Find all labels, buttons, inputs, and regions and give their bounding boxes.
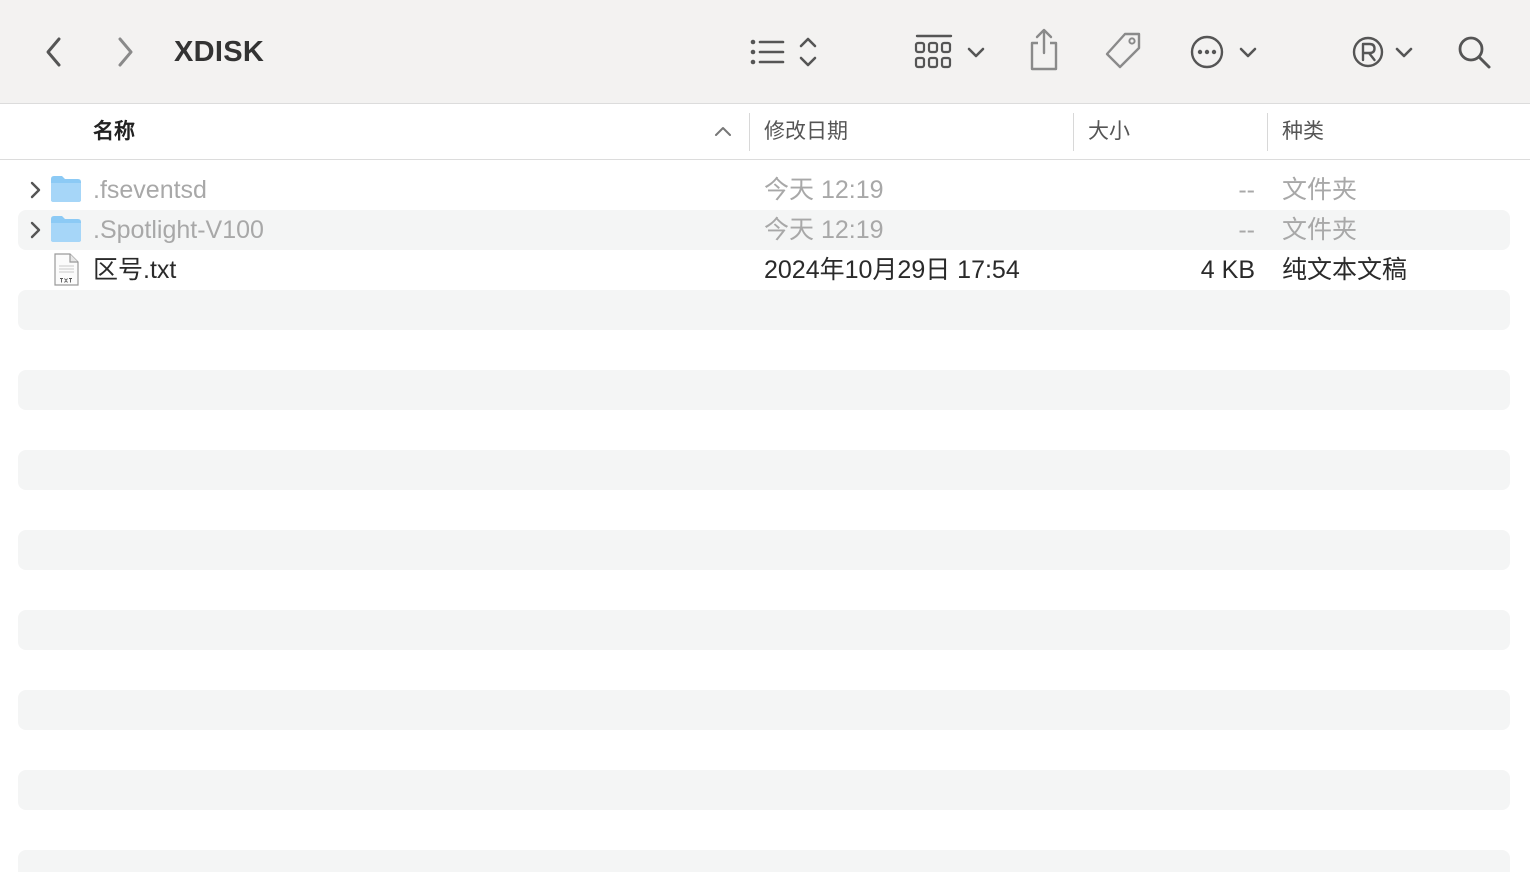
- empty-row: [18, 850, 1510, 872]
- file-date: 2024年10月29日 17:54: [764, 256, 1020, 284]
- column-header: 名称 修改日期 大小 种类: [0, 104, 1530, 160]
- search-button[interactable]: [1452, 30, 1496, 74]
- list-view-icon: [750, 37, 817, 67]
- finder-window: XDISK 名称 修改日期 大小 种类 .fseventsd 今天 12:19 …: [0, 0, 1530, 872]
- file-size: --: [1238, 176, 1255, 204]
- column-kind-header[interactable]: 种类: [1282, 104, 1324, 159]
- window-title: XDISK: [174, 36, 265, 68]
- view-mode-button[interactable]: [744, 30, 824, 74]
- sort-ascending-icon[interactable]: [714, 124, 732, 138]
- empty-row: [18, 690, 1510, 730]
- empty-row: [18, 770, 1510, 810]
- file-kind: 文件夹: [1282, 176, 1358, 204]
- chevron-right-icon: [118, 37, 133, 67]
- file-kind: 纯文本文稿: [1282, 256, 1408, 284]
- ellipsis-circle-icon: [1190, 35, 1257, 69]
- file-name: 区号.txt: [93, 256, 177, 284]
- file-size: --: [1238, 216, 1255, 244]
- column-size-header[interactable]: 大小: [1088, 104, 1130, 159]
- column-divider[interactable]: [1073, 113, 1074, 151]
- tag-button[interactable]: [1100, 28, 1146, 74]
- registered-icon: [1352, 36, 1413, 68]
- empty-row: [18, 610, 1510, 650]
- column-name-header[interactable]: 名称: [93, 104, 135, 159]
- empty-row: [18, 530, 1510, 570]
- file-row[interactable]: 区号.txt 2024年10月29日 17:54 4 KB 纯文本文稿: [18, 250, 1510, 290]
- file-date: 今天 12:19: [764, 176, 884, 204]
- forward-button[interactable]: [107, 30, 143, 74]
- folder-icon: [51, 216, 81, 242]
- search-icon: [1458, 36, 1491, 69]
- empty-row: [18, 370, 1510, 410]
- file-name: .fseventsd: [93, 176, 207, 204]
- empty-row: [18, 450, 1510, 490]
- registered-button[interactable]: [1348, 30, 1414, 74]
- column-divider[interactable]: [1267, 113, 1268, 151]
- group-button[interactable]: [912, 30, 990, 74]
- share-icon: [1030, 28, 1058, 71]
- empty-row: [18, 290, 1510, 330]
- file-row[interactable]: .fseventsd 今天 12:19 -- 文件夹: [18, 170, 1510, 210]
- chevron-left-icon: [46, 37, 61, 67]
- back-button[interactable]: [36, 30, 72, 74]
- grid-group-icon: [914, 34, 985, 69]
- file-size: 4 KB: [1200, 256, 1255, 284]
- more-actions-button[interactable]: [1186, 30, 1260, 74]
- disclosure-triangle-icon[interactable]: [28, 221, 42, 239]
- file-kind: 文件夹: [1282, 216, 1358, 244]
- share-button[interactable]: [1024, 26, 1064, 74]
- text-file-icon: [54, 253, 79, 286]
- tag-icon: [1105, 32, 1141, 69]
- folder-icon: [51, 176, 81, 202]
- file-date: 今天 12:19: [764, 216, 884, 244]
- column-divider[interactable]: [749, 113, 750, 151]
- disclosure-triangle-icon[interactable]: [28, 181, 42, 199]
- file-list: .fseventsd 今天 12:19 -- 文件夹 .Spotlight-V1…: [0, 160, 1530, 872]
- file-name: .Spotlight-V100: [93, 216, 264, 244]
- column-date-header[interactable]: 修改日期: [764, 104, 848, 159]
- toolbar: XDISK: [0, 0, 1530, 104]
- file-row[interactable]: .Spotlight-V100 今天 12:19 -- 文件夹: [18, 210, 1510, 250]
